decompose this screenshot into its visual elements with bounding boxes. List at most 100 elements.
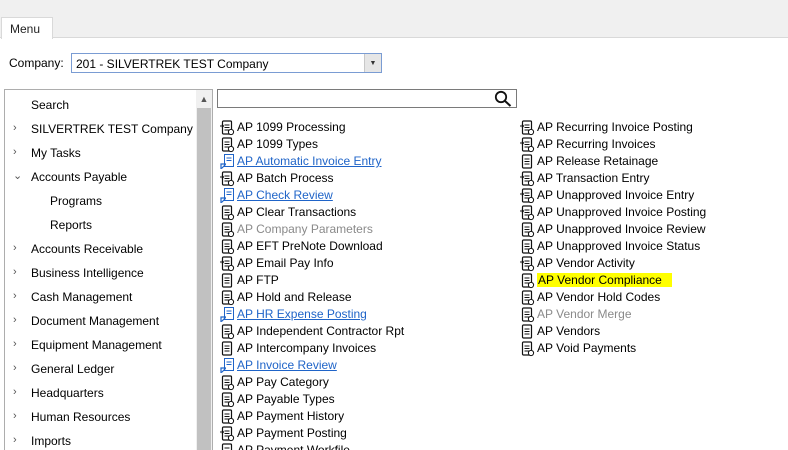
sidebar-item[interactable]: Programs (5, 189, 197, 213)
form-icon (220, 374, 235, 391)
sidebar-item-label: Search (31, 98, 70, 112)
program-label: AP Void Payments (537, 341, 637, 355)
form-icon (520, 238, 535, 255)
sidebar-item-label: Accounts Payable (31, 170, 128, 184)
program-label: AP Recurring Invoice Posting (537, 120, 693, 134)
chevron-right-icon[interactable]: › (13, 410, 23, 422)
form-icon (220, 204, 235, 221)
chevron-right-icon[interactable]: › (13, 338, 23, 350)
program-label: AP Pay Category (237, 375, 329, 389)
company-value: 201 - SILVERTREK TEST Company (76, 57, 269, 71)
process-icon (220, 425, 235, 442)
shortcut-icon (220, 306, 235, 323)
form-icon (520, 289, 535, 306)
doc-icon (520, 153, 535, 170)
sidebar-item[interactable]: › SILVERTREK TEST Company (5, 117, 197, 141)
program-label: AP Vendors (537, 324, 601, 338)
tab-menu[interactable]: Menu (1, 17, 53, 39)
sidebar-item[interactable]: › Headquarters (5, 381, 197, 405)
chevron-right-icon[interactable]: › (13, 146, 23, 158)
sidebar-item[interactable]: › My Tasks (5, 141, 197, 165)
chevron-down-icon[interactable]: ⌄ (13, 170, 23, 182)
scroll-up-icon[interactable]: ▲ (196, 90, 212, 107)
sidebar-item[interactable]: › Imports (5, 429, 197, 450)
sidebar-item-label: Equipment Management (31, 338, 162, 352)
program-label: AP Vendor Merge (537, 307, 632, 321)
program-label: AP HR Expense Posting (237, 307, 367, 321)
sidebar-item[interactable]: › Business Intelligence (5, 261, 197, 285)
program-label: AP Invoice Review (237, 358, 337, 372)
process-icon (220, 255, 235, 272)
sidebar-item[interactable]: › General Ledger (5, 357, 197, 381)
form-icon (220, 442, 235, 450)
sidebar-item-label: Imports (31, 434, 72, 448)
program-label: AP Payable Types (237, 392, 335, 406)
shortcut-icon (220, 153, 235, 170)
program-label: AP EFT PreNote Download (237, 239, 383, 253)
sidebar-item[interactable]: Search (5, 93, 197, 117)
program-label: AP Recurring Invoices (537, 137, 656, 151)
program-label: AP Automatic Invoice Entry (237, 154, 382, 168)
form-icon (520, 340, 535, 357)
program-label: AP Independent Contractor Rpt (237, 324, 405, 338)
program-label: AP FTP (237, 273, 279, 287)
search-input[interactable] (217, 89, 517, 108)
program-label: AP Release Retainage (537, 154, 659, 168)
chevron-right-icon[interactable]: › (13, 386, 23, 398)
form-icon (520, 272, 535, 289)
chevron-right-icon[interactable]: › (13, 266, 23, 278)
process-icon (520, 187, 535, 204)
program-label: AP Batch Process (237, 171, 334, 185)
sidebar-item[interactable]: › Equipment Management (5, 333, 197, 357)
chevron-down-icon[interactable]: ▼ (364, 54, 381, 72)
sidebar-scrollbar[interactable]: ▲ (196, 90, 212, 450)
sidebar-item-label: Business Intelligence (31, 266, 144, 280)
program-label: AP Intercompany Invoices (237, 341, 377, 355)
sidebar-item-label: Human Resources (31, 410, 131, 424)
form-icon (220, 408, 235, 425)
program-label: AP Vendor Compliance (537, 273, 672, 287)
program-label: AP Company Parameters (237, 222, 373, 236)
sidebar-item[interactable]: › Accounts Receivable (5, 237, 197, 261)
form-icon (520, 221, 535, 238)
chevron-right-icon[interactable]: › (13, 290, 23, 302)
process-icon (520, 255, 535, 272)
sidebar-item-label: Headquarters (31, 386, 104, 400)
shortcut-icon (220, 357, 235, 374)
company-select[interactable]: 201 - SILVERTREK TEST Company ▼ (71, 53, 382, 73)
sidebar-item[interactable]: › Document Management (5, 309, 197, 333)
shortcut-icon (220, 187, 235, 204)
program-label: AP Payment History (237, 409, 345, 423)
company-row: Company: 201 - SILVERTREK TEST Company ▼ (0, 39, 788, 88)
program-label: AP Vendor Activity (537, 256, 635, 270)
doc-icon (520, 323, 535, 340)
program-label: AP Unapproved Invoice Status (537, 239, 701, 253)
sidebar-item-label: My Tasks (31, 146, 81, 160)
chevron-right-icon[interactable]: › (13, 242, 23, 254)
form-icon (220, 136, 235, 153)
form-icon (520, 306, 535, 323)
search-icon[interactable] (494, 90, 512, 110)
sidebar-item[interactable]: › Human Resources (5, 405, 197, 429)
chevron-right-icon[interactable]: › (13, 314, 23, 326)
doc-icon (220, 340, 235, 357)
program-label: AP Hold and Release (237, 290, 352, 304)
form-icon (220, 238, 235, 255)
program-label: AP 1099 Types (237, 137, 318, 151)
top-tab-bar: Menu (0, 0, 788, 39)
program-label: AP Check Review (237, 188, 333, 202)
sidebar-item[interactable]: › Cash Management (5, 285, 197, 309)
process-icon (520, 136, 535, 153)
program-label: AP Payment Posting (237, 426, 347, 440)
doc-icon (220, 272, 235, 289)
chevron-right-icon[interactable]: › (13, 122, 23, 134)
program-label: AP Email Pay Info (237, 256, 334, 270)
chevron-right-icon[interactable]: › (13, 434, 23, 446)
chevron-right-icon[interactable]: › (13, 362, 23, 374)
scroll-thumb[interactable] (197, 108, 211, 450)
sidebar-item-label: Accounts Receivable (31, 242, 144, 256)
program-label: AP Clear Transactions (237, 205, 357, 219)
process-icon (520, 170, 535, 187)
sidebar-item[interactable]: Reports (5, 213, 197, 237)
sidebar-item[interactable]: ⌄ Accounts Payable (5, 165, 197, 189)
